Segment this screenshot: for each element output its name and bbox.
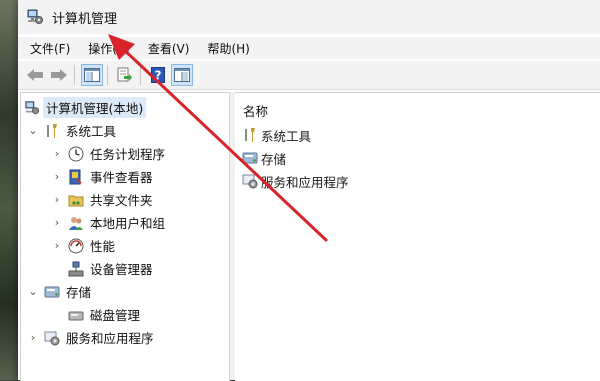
disk-icon [67, 306, 85, 324]
list-item-label: 系统工具 [261, 128, 312, 144]
device-manager-icon [67, 260, 85, 278]
show-hide-tree-icon[interactable] [81, 64, 103, 86]
tree-item-performance[interactable]: › 性能 [51, 235, 115, 256]
tree-label: 服务和应用程序 [66, 331, 154, 346]
tree-item-device-manager[interactable]: 设备管理器 [63, 258, 153, 279]
services-icon [241, 172, 259, 190]
chevron-right-icon[interactable]: › [27, 331, 39, 344]
list-item-label: 服务和应用程序 [261, 174, 349, 190]
help-icon[interactable]: ? [147, 64, 169, 86]
tree-item-event-viewer[interactable]: › 事件查看器 [51, 166, 153, 187]
menu-file[interactable]: 文件(F) [18, 40, 79, 57]
tree-label: 任务计划程序 [90, 147, 166, 162]
computer-management-icon [23, 99, 41, 117]
menu-help[interactable]: 帮助(H) [198, 40, 258, 57]
svg-text:?: ? [155, 69, 162, 83]
tree-item-storage[interactable]: ⌄ 存储 [27, 281, 91, 302]
tree-label: 设备管理器 [90, 262, 153, 277]
toolbar-separator [107, 65, 108, 85]
clock-icon [67, 145, 85, 163]
chevron-down-icon[interactable]: ⌄ [27, 285, 39, 298]
tools-icon [241, 126, 259, 144]
tree-item-shared-folders[interactable]: › 共享文件夹 [51, 189, 153, 210]
title-bar: 计算机管理 [18, 0, 600, 34]
show-hide-action-pane-icon[interactable] [171, 64, 193, 86]
performance-gauge-icon [67, 237, 85, 255]
chevron-down-icon[interactable]: ⌄ [27, 124, 39, 137]
tools-icon [43, 122, 61, 140]
chevron-right-icon[interactable]: › [51, 193, 63, 206]
tree-item-task-scheduler[interactable]: › 任务计划程序 [51, 143, 165, 164]
list-item-label: 存储 [261, 151, 287, 167]
desktop-background [0, 0, 20, 380]
toolbar: ? [18, 61, 600, 90]
export-list-icon[interactable] [114, 64, 136, 86]
tree-label: 磁盘管理 [90, 308, 141, 323]
shared-folder-icon [67, 191, 85, 209]
tree-label: 计算机管理(本地) [43, 97, 147, 118]
console-tree: 计算机管理(本地) ⌄ 系统工具 › 任务计划程序 › 事件查看器 › 共享文件… [20, 92, 230, 381]
tree-item-system-tools[interactable]: ⌄ 系统工具 [27, 120, 116, 141]
menu-view[interactable]: 查看(V) [139, 40, 199, 57]
menu-bar: 文件(F) 操作(A) 查看(V) 帮助(H) [18, 37, 600, 59]
list-item[interactable]: 服务和应用程序 [241, 171, 349, 191]
computer-management-icon [26, 8, 44, 26]
tree-label: 存储 [66, 285, 92, 300]
tree-item-local-users-groups[interactable]: › 本地用户和组 [51, 212, 165, 233]
forward-arrow-icon[interactable] [48, 64, 70, 86]
tree-label: 性能 [90, 239, 116, 254]
tree-label: 事件查看器 [90, 170, 153, 185]
chevron-right-icon[interactable]: › [51, 147, 63, 160]
storage-icon [241, 149, 259, 167]
column-header-name[interactable]: 名称 [243, 101, 268, 120]
event-log-icon [67, 168, 85, 186]
tree-label: 共享文件夹 [90, 193, 153, 208]
computer-management-window: 计算机管理 文件(F) 操作(A) 查看(V) 帮助(H) ? 计算机管理(本地… [18, 0, 600, 381]
tree-item-disk-management[interactable]: 磁盘管理 [63, 304, 140, 325]
menu-action[interactable]: 操作(A) [79, 40, 139, 57]
storage-icon [43, 283, 61, 301]
tree-label: 系统工具 [66, 124, 117, 139]
toolbar-separator [74, 65, 75, 85]
tree-label: 本地用户和组 [90, 216, 166, 231]
chevron-right-icon[interactable]: › [51, 170, 63, 183]
toolbar-separator [140, 65, 141, 85]
chevron-right-icon[interactable]: › [51, 216, 63, 229]
list-item[interactable]: 系统工具 [241, 125, 311, 145]
window-title: 计算机管理 [52, 11, 118, 27]
chevron-right-icon[interactable]: › [51, 239, 63, 252]
users-icon [67, 214, 85, 232]
tree-item-services-apps[interactable]: › 服务和应用程序 [27, 327, 154, 348]
services-icon [43, 329, 61, 347]
tree-item-computer-management[interactable]: 计算机管理(本地) [23, 97, 147, 118]
back-arrow-icon[interactable] [24, 64, 46, 86]
list-item[interactable]: 存储 [241, 148, 286, 168]
result-list: 名称 系统工具 存储 服务和应用程序 [235, 92, 600, 381]
